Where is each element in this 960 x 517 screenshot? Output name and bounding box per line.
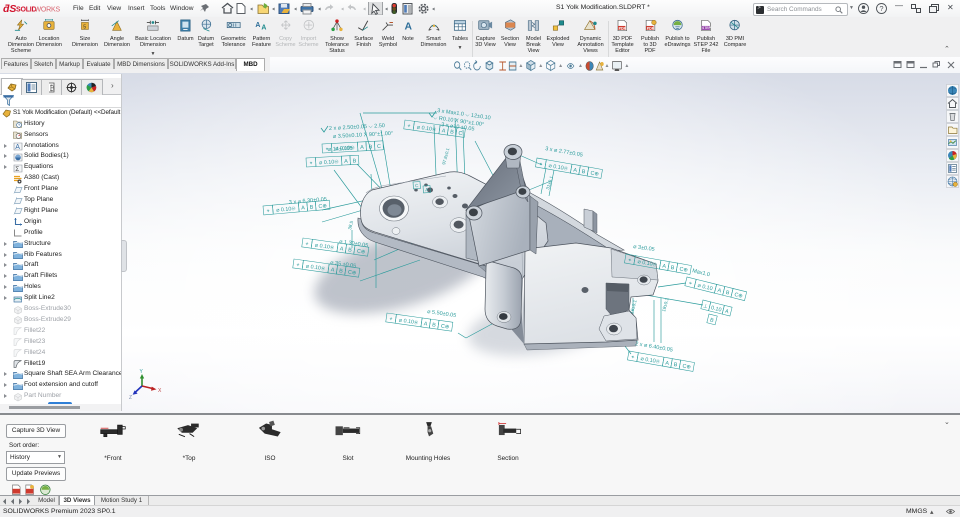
svg-text:5: 5 bbox=[83, 25, 86, 31]
svg-text:A: A bbox=[261, 24, 266, 31]
svg-text:STEP: STEP bbox=[702, 26, 711, 30]
svg-text:⌖: ⌖ bbox=[309, 161, 312, 167]
svg-text:C: C bbox=[377, 144, 381, 150]
svg-text:Max1.0: Max1.0 bbox=[692, 268, 711, 278]
svg-text:A: A bbox=[573, 167, 578, 174]
svg-text:B: B bbox=[709, 317, 714, 324]
svg-text:⌖: ⌖ bbox=[407, 123, 411, 129]
svg-text:⌖: ⌖ bbox=[305, 241, 309, 247]
svg-text:Y: Y bbox=[140, 369, 144, 375]
svg-text:WORKS: WORKS bbox=[35, 7, 61, 14]
svg-text:Σ: Σ bbox=[15, 166, 19, 173]
svg-text:B: B bbox=[369, 144, 373, 150]
svg-text:X: X bbox=[158, 388, 162, 394]
svg-text:ƌS: ƌS bbox=[3, 3, 16, 15]
svg-text:⌖: ⌖ bbox=[688, 281, 692, 288]
svg-text:⌀ 0.10Ⓜ: ⌀ 0.10Ⓜ bbox=[319, 158, 340, 166]
svg-text:⌀ 0.10Ⓜ: ⌀ 0.10Ⓜ bbox=[398, 317, 419, 327]
svg-text:A: A bbox=[724, 309, 729, 316]
svg-text:C: C bbox=[458, 130, 463, 136]
svg-text:?: ? bbox=[879, 4, 883, 13]
svg-text:A: A bbox=[344, 159, 348, 165]
svg-text:B: B bbox=[310, 204, 315, 210]
svg-text:18±0.1: 18±0.1 bbox=[661, 297, 670, 312]
svg-text:97.8±0.1: 97.8±0.1 bbox=[441, 147, 450, 165]
svg-text:⌖: ⌖ bbox=[631, 354, 635, 360]
svg-text:⌀ 0.10Ⓜ: ⌀ 0.10Ⓜ bbox=[305, 263, 326, 273]
svg-text:C⊕: C⊕ bbox=[357, 249, 366, 256]
svg-text:⌀ 3.50±0.10 X 90°±1.00°: ⌀ 3.50±0.10 X 90°±1.00° bbox=[333, 131, 393, 140]
svg-text:C⊕: C⊕ bbox=[318, 203, 327, 210]
svg-text:2 x ⌀ 2.50±0.05 ⌵ 2.50: 2 x ⌀ 2.50±0.05 ⌵ 2.50 bbox=[329, 123, 385, 132]
svg-text:A: A bbox=[360, 145, 364, 151]
svg-text:A: A bbox=[662, 263, 667, 270]
svg-text:B: B bbox=[725, 290, 730, 297]
svg-text:SOLID: SOLID bbox=[16, 7, 37, 14]
svg-text:B: B bbox=[581, 169, 586, 176]
svg-text:C⊕: C⊕ bbox=[734, 292, 744, 300]
svg-text:B: B bbox=[450, 129, 455, 135]
svg-text:PDF: PDF bbox=[619, 26, 627, 30]
svg-text:0.10: 0.10 bbox=[710, 305, 722, 313]
svg-text:⌀ 5.50±0.05: ⌀ 5.50±0.05 bbox=[427, 309, 457, 319]
svg-text:3 x ⌀ 2.77±0.05: 3 x ⌀ 2.77±0.05 bbox=[545, 146, 584, 159]
svg-text:B: B bbox=[432, 322, 437, 328]
svg-text:⌖: ⌖ bbox=[389, 316, 393, 322]
svg-text:Z: Z bbox=[129, 395, 132, 401]
svg-text:38.5: 38.5 bbox=[347, 220, 354, 230]
svg-text:A: A bbox=[255, 22, 260, 29]
svg-text:⌀ 0.10Ⓜ: ⌀ 0.10Ⓜ bbox=[314, 242, 335, 252]
svg-text:⌖: ⌖ bbox=[266, 208, 270, 214]
svg-text:A: A bbox=[15, 144, 20, 151]
svg-text:2 x ⌀ 6.40±0.05: 2 x ⌀ 6.40±0.05 bbox=[635, 341, 674, 354]
svg-text:A: A bbox=[423, 321, 428, 327]
svg-text:A: A bbox=[339, 246, 344, 252]
svg-text:C⊕: C⊕ bbox=[441, 324, 450, 331]
svg-text:31±0.1: 31±0.1 bbox=[545, 175, 554, 190]
svg-text:B: B bbox=[673, 362, 678, 369]
svg-text:A: A bbox=[717, 288, 722, 295]
svg-text:A: A bbox=[405, 21, 413, 32]
svg-text:⌀ 3±0.05: ⌀ 3±0.05 bbox=[633, 244, 655, 253]
svg-text:⌖: ⌖ bbox=[539, 161, 543, 167]
svg-text:A: A bbox=[665, 360, 670, 367]
svg-text:A: A bbox=[441, 128, 446, 134]
svg-text:⌀ 14±0.05: ⌀ 14±0.05 bbox=[328, 146, 353, 153]
svg-text:B: B bbox=[670, 265, 675, 272]
svg-text:⊥: ⊥ bbox=[702, 303, 708, 310]
svg-text:⌖: ⌖ bbox=[296, 262, 300, 268]
svg-text:C⊕: C⊕ bbox=[348, 270, 357, 277]
svg-text:PDF: PDF bbox=[646, 26, 654, 30]
svg-text:B: B bbox=[353, 158, 357, 164]
svg-text:A: A bbox=[301, 205, 306, 211]
svg-text:₿: ₿ bbox=[50, 85, 55, 93]
